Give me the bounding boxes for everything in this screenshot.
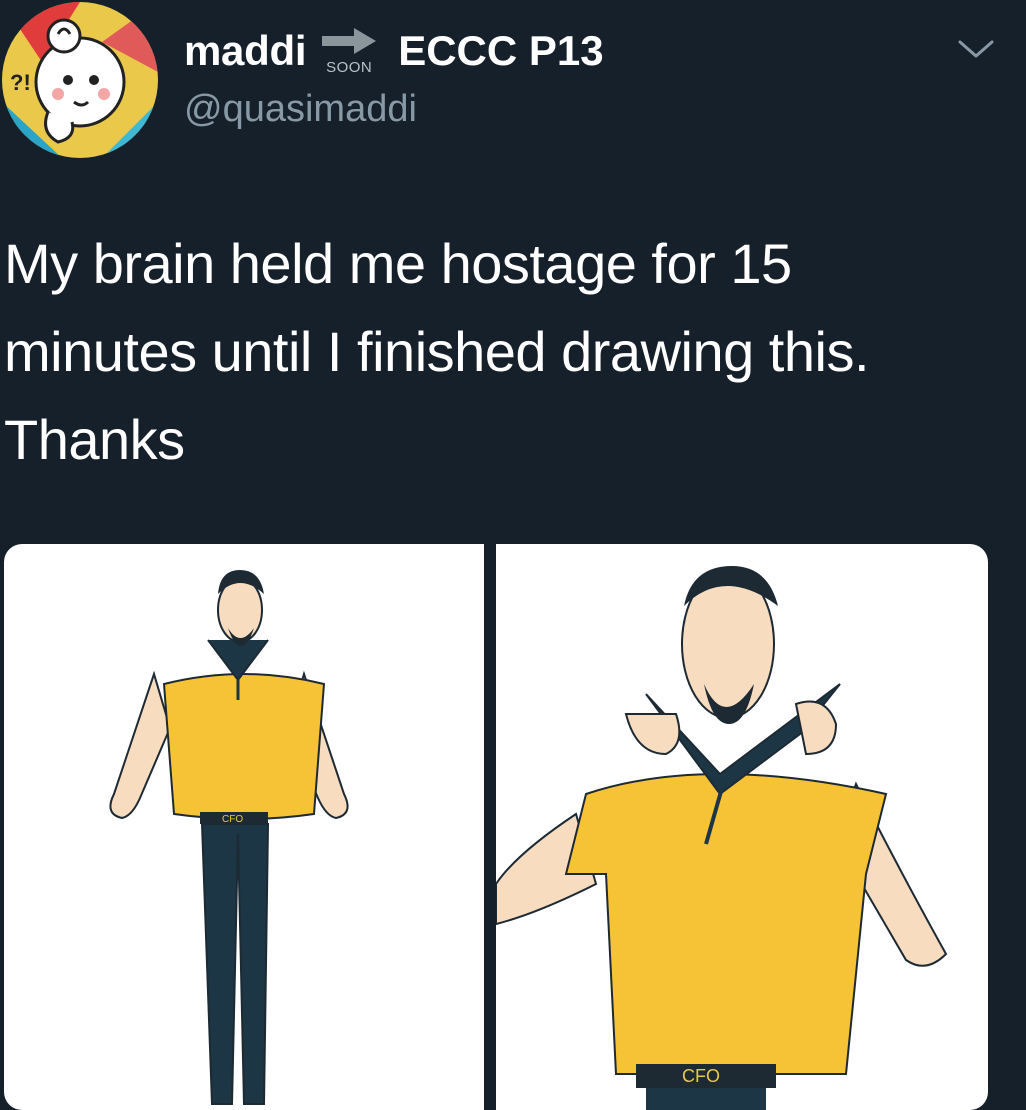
user-name-row[interactable]: maddi SOON ECCC P13 [184,26,604,76]
tweet-text-line: My brain held me hostage for 15 [4,232,792,295]
display-name-suffix[interactable]: ECCC P13 [398,27,603,75]
user-handle[interactable]: @quasimaddi [184,88,417,131]
full-body-drawing: CFO [109,570,349,1105]
svg-text:?!: ?! [10,70,31,95]
belt-buckle: CFO [682,1066,720,1086]
chevron-down-icon[interactable] [956,34,996,64]
arrow-right-icon [322,28,377,54]
tweet-media[interactable]: CFO CFO [4,544,988,1110]
soon-badge-label: SOON [326,59,373,76]
tweet-text: My brain held me hostage for 15 minutes … [4,220,1014,484]
media-image-close-up[interactable]: CFO [496,544,988,1110]
close-up-drawing: CFO [496,566,948,1110]
media-image-full-body[interactable]: CFO [4,544,484,1110]
display-name[interactable]: maddi [184,27,306,75]
tweet-text-line: Thanks [4,408,185,471]
tweet-text-line: minutes until I finished drawing this. [4,320,870,383]
avatar[interactable]: ?! [2,2,158,158]
cartoon-character-avatar-icon: ?! [2,2,158,158]
soon-badge: SOON [318,26,384,76]
